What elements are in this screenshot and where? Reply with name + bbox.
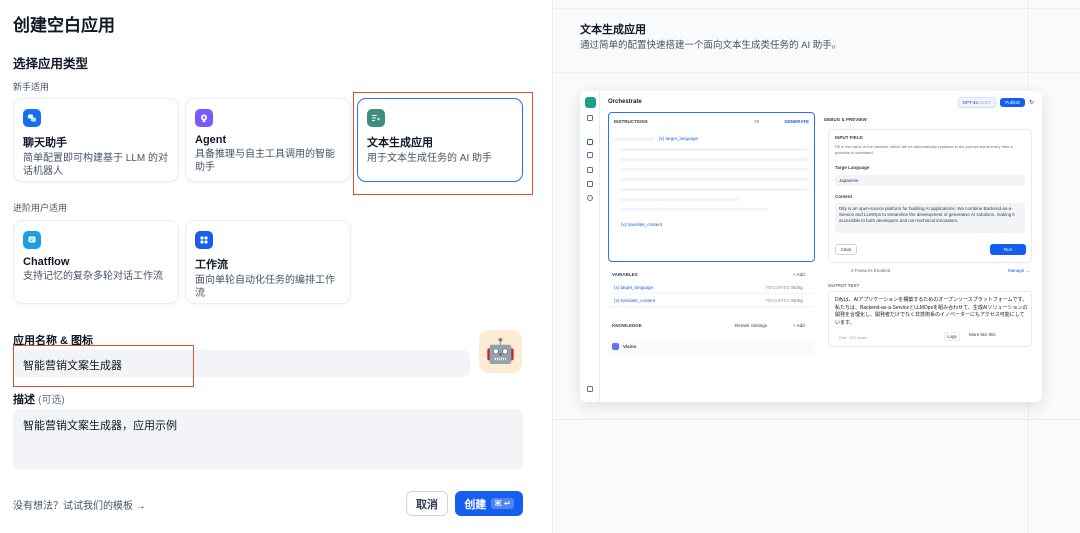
highlight-box-name xyxy=(13,345,194,387)
card-desc: 支持记忆的复杂多轮对话工作流 xyxy=(23,271,163,282)
app-type-card-agent[interactable]: Agent 具备推理与自主工具调用的智能助手 xyxy=(185,98,351,182)
divider xyxy=(553,72,1080,73)
preview-sidebar xyxy=(580,91,600,402)
app-preview-image: Orchestrate GPT-4o CHAT Publish ↻ INSTRU… xyxy=(580,91,1042,402)
card-title: 工作流 xyxy=(195,259,228,271)
variable-row: {x} target_language REQUIRED String xyxy=(608,284,815,294)
history-icon: ↻ xyxy=(1028,100,1034,106)
card-desc: 简单配置即可构建基于 LLM 的对话机器人 xyxy=(23,153,169,177)
create-button[interactable]: 创建 ⌘ ↵ xyxy=(455,491,523,516)
chat-icon xyxy=(23,109,41,127)
card-title: Agent xyxy=(195,134,227,146)
cancel-button[interactable]: 取消 xyxy=(406,491,448,516)
divider xyxy=(553,8,1080,9)
card-title: Chatflow xyxy=(23,256,70,268)
instructions-box: INSTRUCTIONS 78 GENERATE {x} target_lang… xyxy=(608,112,815,262)
highlight-box xyxy=(353,92,533,195)
preview-orchestrate-title: Orchestrate xyxy=(608,99,642,105)
create-app-dialog: 创建空白应用 选择应用类型 新手适用 聊天助手 简单配置即可构建基于 LLM 的… xyxy=(0,0,1080,533)
shortcut-badge: ⌘ ↵ xyxy=(491,498,514,509)
preview-desc: 通过简单的配置快速搭建一个面向文本生成类任务的 AI 助手。 xyxy=(580,40,842,51)
advanced-caption: 进阶用户适用 xyxy=(13,203,68,213)
nav-icon xyxy=(587,115,593,121)
vision-icon xyxy=(612,343,619,350)
nav-icon xyxy=(587,195,593,201)
description-textarea[interactable]: 智能营销文案生成器，应用示例 xyxy=(13,409,523,470)
chatflow-icon xyxy=(23,231,41,249)
section-app-type: 选择应用类型 xyxy=(13,57,89,71)
app-type-card-chatbot[interactable]: 聊天助手 简单配置即可构建基于 LLM 的对话机器人 xyxy=(13,98,179,182)
publish-button: Publish xyxy=(1000,98,1025,107)
robot-icon: 🤖 xyxy=(485,338,516,365)
card-desc: 具备推理与自主工具调用的智能助手 xyxy=(195,149,335,173)
template-link[interactable]: 没有想法？试试我们的模板 → xyxy=(13,497,146,512)
agent-icon xyxy=(195,109,213,127)
output-card: Difyは、AIアプリケーションを構築するためのオープンソースプラットフォームで… xyxy=(828,291,1032,347)
variable-row: {x} translate_content REQUIRED String xyxy=(608,297,815,307)
app-icon-picker[interactable]: 🤖 xyxy=(479,330,522,373)
app-type-card-chatflow[interactable]: Chatflow 支持记忆的复杂多轮对话工作流 xyxy=(13,220,179,304)
card-desc: 面向单轮自动化任务的编排工作流 xyxy=(195,275,335,299)
description-value: 智能营销文案生成器，应用示例 xyxy=(23,420,177,432)
nav-icon xyxy=(587,152,593,158)
desc-label: 描述 (可选) xyxy=(13,394,65,406)
preview-panel: 文本生成应用 通过简单的配置快速搭建一个面向文本生成类任务的 AI 助手。 Or… xyxy=(552,0,1080,533)
create-form-panel: 创建空白应用 选择应用类型 新手适用 聊天助手 简单配置即可构建基于 LLM 的… xyxy=(0,0,552,533)
divider xyxy=(553,419,1080,420)
collapse-icon xyxy=(587,386,593,392)
app-logo xyxy=(585,97,596,108)
nav-icon xyxy=(587,181,593,187)
debug-input-card: INPUT FIELD Fill in the value of the var… xyxy=(828,129,1032,263)
dialog-title: 创建空白应用 xyxy=(13,16,115,35)
card-title: 聊天助手 xyxy=(23,137,67,149)
workflow-icon xyxy=(195,231,213,249)
vision-row: Vision xyxy=(608,340,815,354)
beginner-caption: 新手适用 xyxy=(13,82,50,92)
nav-icon xyxy=(587,167,593,173)
app-type-card-workflow[interactable]: 工作流 面向单轮自动化任务的编排工作流 xyxy=(185,220,351,304)
nav-icon xyxy=(587,139,593,145)
model-selector: GPT-4o CHAT xyxy=(957,97,997,108)
preview-title: 文本生成应用 xyxy=(580,24,646,36)
preview-toolbar: GPT-4o CHAT Publish ↻ xyxy=(957,97,1034,108)
